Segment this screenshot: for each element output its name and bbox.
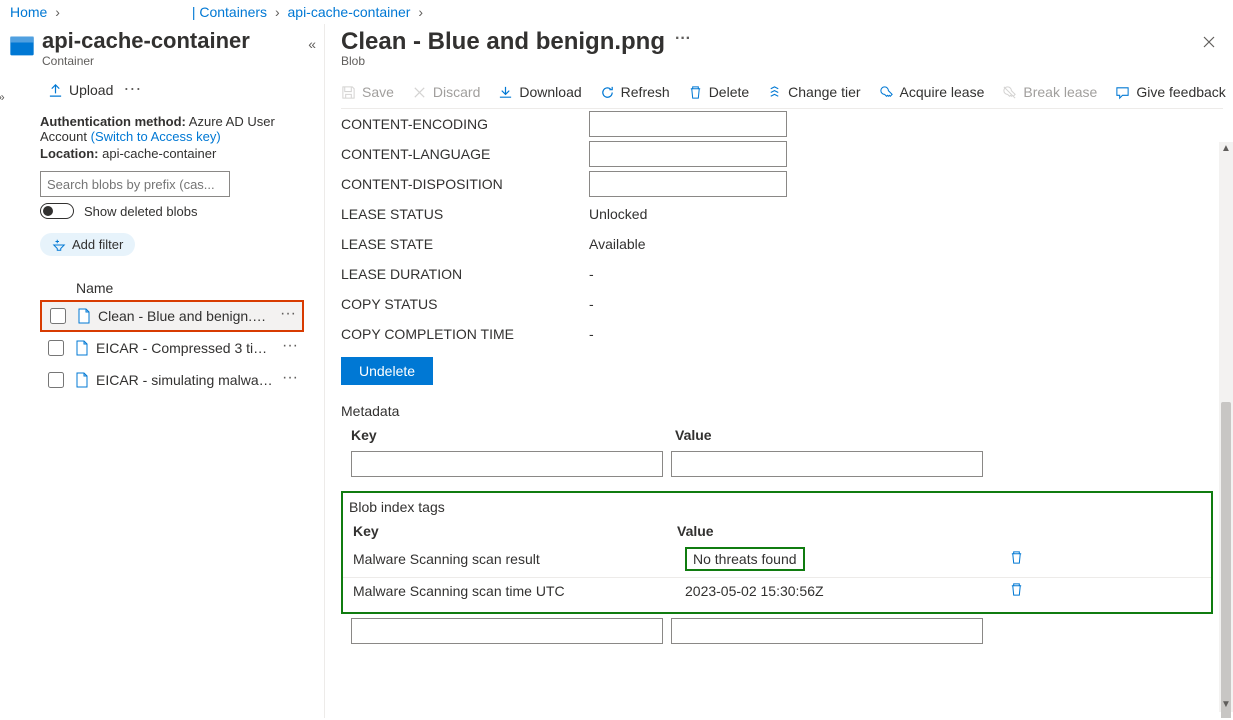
close-icon[interactable] [1195,28,1223,61]
change-tier-button[interactable]: Change tier [767,84,860,100]
tag-key: Malware Scanning scan result [353,551,677,567]
chevron-right-icon: › [275,4,280,20]
blob-toolbar: Save Discard Download Refresh Delete Cha… [341,68,1223,109]
breadcrumb: Home › | Containers › api-cache-containe… [0,0,1233,24]
tags-key-header: Key [353,523,677,539]
blob-title: Clean - Blue and benign.png [341,28,665,56]
blob-row[interactable]: EICAR - simulating malware.... ··· [40,364,304,396]
more-actions-icon[interactable]: ··· [123,82,141,98]
tags-heading: Blob index tags [349,499,1211,515]
prop-label: CONTENT-DISPOSITION [341,176,589,192]
delete-button[interactable]: Delete [688,84,749,100]
show-deleted-label: Show deleted blobs [84,204,197,219]
metadata-value-header: Value [675,427,999,443]
prop-label: COPY STATUS [341,296,589,312]
search-blobs-input[interactable] [40,171,230,197]
container-subtitle: Container [42,54,250,68]
prop-label: COPY COMPLETION TIME [341,326,589,342]
collapse-panel-icon[interactable]: « [308,28,324,52]
row-checkbox[interactable] [48,340,64,356]
scroll-up-icon[interactable]: ▲ [1221,144,1231,154]
title-more-icon[interactable]: ··· [675,34,691,50]
discard-button[interactable]: Discard [412,84,480,100]
prop-label: LEASE DURATION [341,266,589,282]
lease-status-value: Unlocked [589,206,647,222]
tag-key-input[interactable] [351,618,663,644]
row-more-icon[interactable]: ··· [276,341,304,355]
expand-panel-icon[interactable]: » [0,90,5,104]
content-language-input[interactable] [589,141,787,167]
lease-duration-value: - [589,266,594,282]
prop-label: CONTENT-LANGUAGE [341,146,589,162]
prop-label: LEASE STATUS [341,206,589,222]
metadata-key-input[interactable] [351,451,663,477]
name-column-header: Name [40,280,304,296]
auth-method: Authentication method: Azure AD User Acc… [40,114,304,144]
switch-access-key-link[interactable]: (Switch to Access key) [91,129,221,144]
add-filter-button[interactable]: Add filter [40,233,135,256]
blob-file-name: EICAR - simulating malware.... [96,372,276,388]
metadata-key-header: Key [351,427,675,443]
row-checkbox[interactable] [48,372,64,388]
tags-value-header: Value [677,523,1001,539]
prop-label: CONTENT-ENCODING [341,116,589,132]
blob-index-tags-section: Blob index tags Key Value Malware Scanni… [341,491,1213,614]
prop-label: LEASE STATE [341,236,589,252]
file-icon [76,308,92,324]
lease-state-value: Available [589,236,646,252]
blob-subtitle: Blob [341,54,1195,68]
row-more-icon[interactable]: ··· [274,309,302,323]
acquire-lease-button[interactable]: Acquire lease [879,84,985,100]
blob-row[interactable]: Clean - Blue and benign.png ··· [40,300,304,332]
scroll-down-icon[interactable]: ▼ [1221,700,1231,710]
content-encoding-input[interactable] [589,111,787,137]
blob-row[interactable]: EICAR - Compressed 3 time... ··· [40,332,304,364]
upload-label: Upload [69,82,113,98]
chevron-right-icon: › [418,4,423,20]
blob-file-name: Clean - Blue and benign.png [98,308,274,324]
delete-tag-icon[interactable] [1009,582,1024,600]
row-more-icon[interactable]: ··· [276,373,304,387]
download-button[interactable]: Download [498,84,581,100]
scrollbar-track[interactable]: ▲ ▼ [1219,142,1233,712]
location: Location: api-cache-container [40,146,304,161]
give-feedback-button[interactable]: Give feedback [1115,84,1226,100]
refresh-button[interactable]: Refresh [600,84,670,100]
undelete-button[interactable]: Undelete [341,357,433,385]
tag-value-input[interactable] [671,618,983,644]
blob-file-name: EICAR - Compressed 3 time... [96,340,276,356]
container-icon [8,32,36,60]
content-disposition-input[interactable] [589,171,787,197]
metadata-value-input[interactable] [671,451,983,477]
scrollbar-thumb[interactable] [1221,402,1231,718]
copy-status-value: - [589,296,594,312]
tag-value: 2023-05-02 15:30:56Z [685,583,997,599]
breadcrumb-home[interactable]: Home [10,4,47,20]
blob-detail-panel: Clean - Blue and benign.png ··· Blob Sav… [325,24,1233,718]
file-icon [74,340,90,356]
row-checkbox[interactable] [50,308,66,324]
break-lease-button[interactable]: Break lease [1002,84,1097,100]
container-title: api-cache-container [42,28,250,54]
file-icon [74,372,90,388]
container-panel: » api-cache-container Container « Upload… [0,24,325,718]
tag-key: Malware Scanning scan time UTC [353,583,677,599]
breadcrumb-link-containers[interactable]: | Containers [192,4,267,20]
breadcrumb-link-current[interactable]: api-cache-container [288,4,411,20]
delete-tag-icon[interactable] [1009,550,1024,568]
upload-button[interactable]: Upload [48,82,113,98]
save-button[interactable]: Save [341,84,394,100]
tag-value: No threats found [685,547,997,571]
chevron-right-icon: › [55,4,60,20]
show-deleted-toggle[interactable] [40,203,74,219]
metadata-heading: Metadata [341,403,1213,419]
copy-completion-value: - [589,326,594,342]
